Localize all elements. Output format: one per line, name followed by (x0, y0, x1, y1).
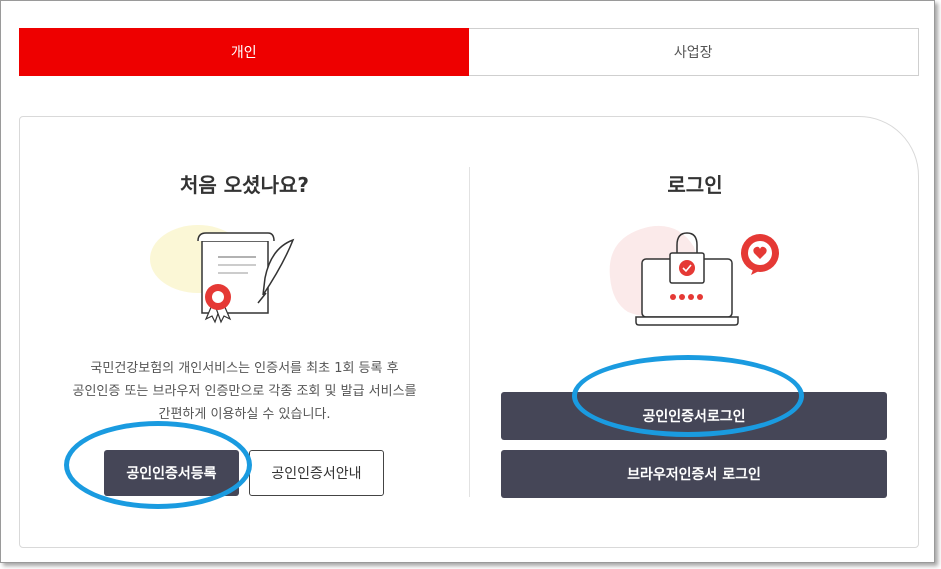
tab-individual[interactable]: 개인 (19, 28, 469, 76)
tab-business[interactable]: 사업장 (468, 28, 919, 76)
browser-certificate-login-button[interactable]: 브라우저인증서 로그인 (501, 450, 887, 498)
new-user-description: 국민건강보험의 개인서비스는 인증서를 최초 1회 등록 후 공인인증 또는 브… (20, 357, 469, 426)
window-frame: 개인 사업장 처음 오셨나요? 국민건강보험의 개인서비스는 인증서를 최초 1… (0, 0, 935, 563)
panel-divider (469, 167, 470, 497)
user-type-tabs: 개인 사업장 (19, 28, 919, 76)
description-line: 간편하게 이용하실 수 있습니다. (158, 407, 331, 422)
certificate-guide-button[interactable]: 공인인증서안내 (249, 450, 384, 496)
description-line: 공인인증 또는 브라우저 인증만으로 각종 조회 및 발급 서비스를 (72, 384, 417, 399)
description-line: 국민건강보험의 개인서비스는 인증서를 최초 1회 등록 후 (90, 361, 399, 376)
new-user-title: 처음 오셨나요? (180, 173, 309, 197)
login-panel: 처음 오셨나요? 국민건강보험의 개인서비스는 인증서를 최초 1회 등록 후 … (19, 116, 919, 548)
login-title: 로그인 (667, 173, 723, 197)
register-certificate-button[interactable]: 공인인증서등록 (104, 450, 239, 496)
certificate-login-button[interactable]: 공인인증서로그인 (501, 392, 887, 440)
certificate-icon (150, 225, 295, 324)
laptop-lock-icon (609, 225, 779, 326)
